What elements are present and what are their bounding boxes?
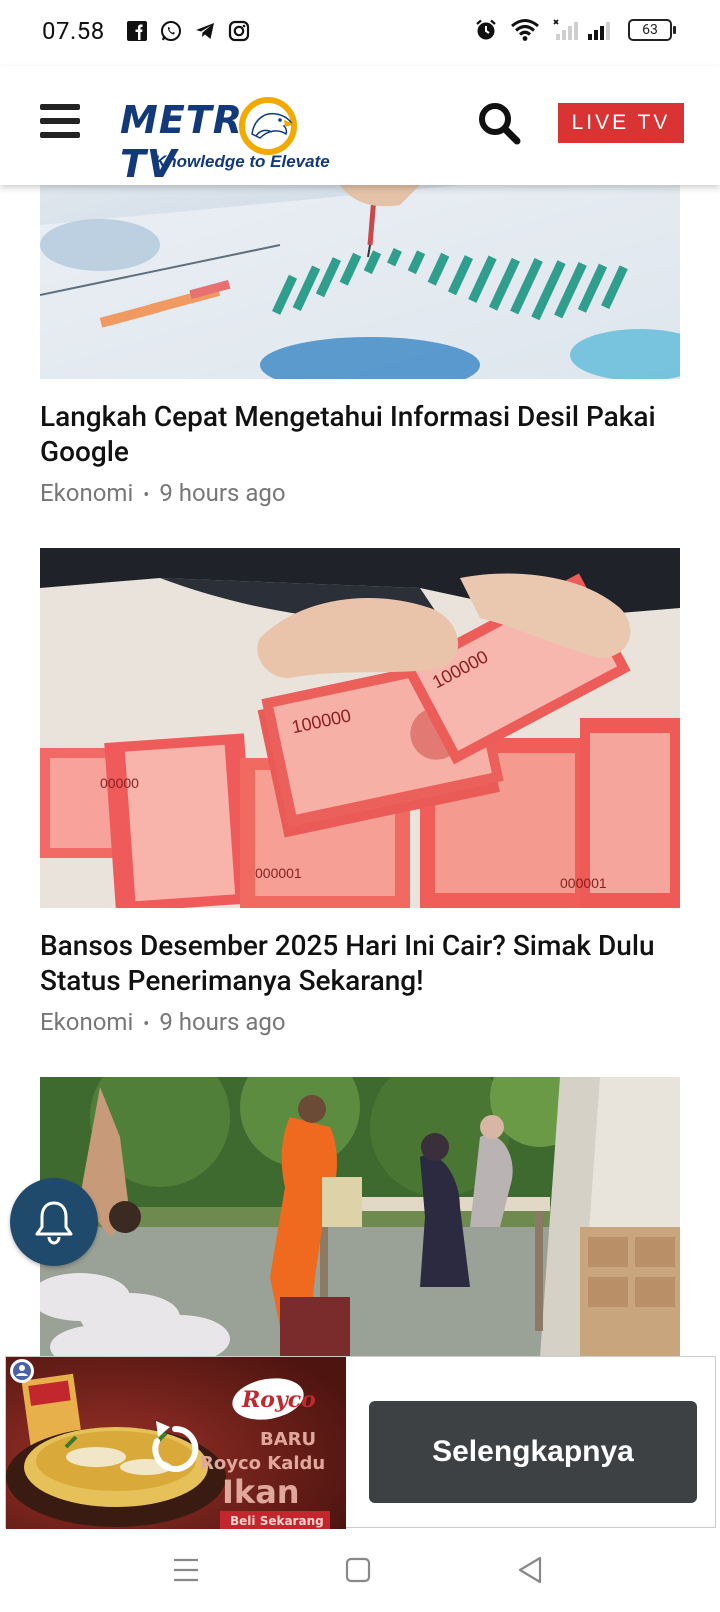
article-card[interactable]: 100000 100000 00000 000001 000001 Bansos… [40, 548, 680, 1036]
back-icon[interactable] [508, 1550, 552, 1590]
notification-bell-button[interactable] [10, 1178, 98, 1266]
article-time: 9 hours ago [159, 479, 286, 507]
ad-banner[interactable]: Royco BARU Royco Kaldu Ikan Beli Sekaran… [5, 1356, 716, 1529]
ad-headline-1: BARU [260, 1429, 316, 1450]
status-time: 07.58 [42, 17, 105, 45]
meta-separator: • [143, 485, 150, 506]
whatsapp-icon [161, 21, 181, 41]
article-thumbnail[interactable]: 100000 100000 00000 000001 000001 [40, 548, 680, 908]
svg-text:00000: 00000 [100, 775, 139, 791]
article-thumbnail[interactable] [40, 1077, 680, 1357]
ad-badge: Beli Sekarang [230, 1514, 324, 1528]
facebook-icon [127, 21, 147, 41]
eagle-icon [239, 97, 297, 155]
ad-brand: Royco [241, 1387, 316, 1413]
ad-headline-2: Royco Kaldu [200, 1453, 325, 1474]
meta-separator: • [143, 1014, 150, 1035]
home-icon[interactable] [336, 1550, 380, 1590]
search-icon[interactable] [476, 100, 522, 146]
article-time: 9 hours ago [159, 1008, 286, 1036]
telegram-icon [196, 23, 214, 39]
status-bar: 07.58 63 [0, 0, 720, 66]
logo-tagline: Knowledge to Elevate [154, 152, 330, 171]
article-title[interactable]: Langkah Cepat Mengetahui Informasi Desil… [40, 399, 680, 469]
wifi-icon [511, 19, 539, 41]
bell-icon [35, 1201, 73, 1245]
ad-headline-3: Ikan [222, 1473, 300, 1511]
svg-text:000001: 000001 [560, 875, 607, 891]
article-category[interactable]: Ekonomi [40, 1008, 133, 1036]
article-card[interactable]: Langkah Cepat Mengetahui Informasi Desil… [40, 185, 680, 507]
alarm-icon [476, 19, 496, 40]
article-title[interactable]: Bansos Desember 2025 Hari Ini Cair? Sima… [40, 928, 680, 998]
article-category[interactable]: Ekonomi [40, 479, 133, 507]
signal-icon [553, 19, 610, 40]
instagram-icon [228, 20, 250, 42]
article-card[interactable] [40, 1077, 680, 1357]
article-meta: Ekonomi • 9 hours ago [40, 1008, 680, 1036]
svg-text:000001: 000001 [255, 865, 302, 881]
battery-indicator: 63 [628, 19, 676, 41]
replay-icon[interactable] [148, 1419, 202, 1477]
live-tv-button[interactable]: LIVE TV [558, 103, 684, 143]
ad-creative[interactable]: Royco BARU Royco Kaldu Ikan Beli Sekaran… [6, 1357, 346, 1529]
site-header: METRTV Knowledge to Elevate LIVE TV [0, 66, 720, 186]
metrotv-logo[interactable]: METRTV Knowledge to Elevate [120, 92, 360, 186]
system-nav-bar [0, 1528, 720, 1612]
ad-cta-button[interactable]: Selengkapnya [369, 1401, 697, 1503]
article-meta: Ekonomi • 9 hours ago [40, 479, 680, 507]
menu-button[interactable] [40, 104, 80, 138]
recent-apps-icon[interactable] [164, 1550, 208, 1590]
article-thumbnail[interactable] [40, 185, 680, 379]
